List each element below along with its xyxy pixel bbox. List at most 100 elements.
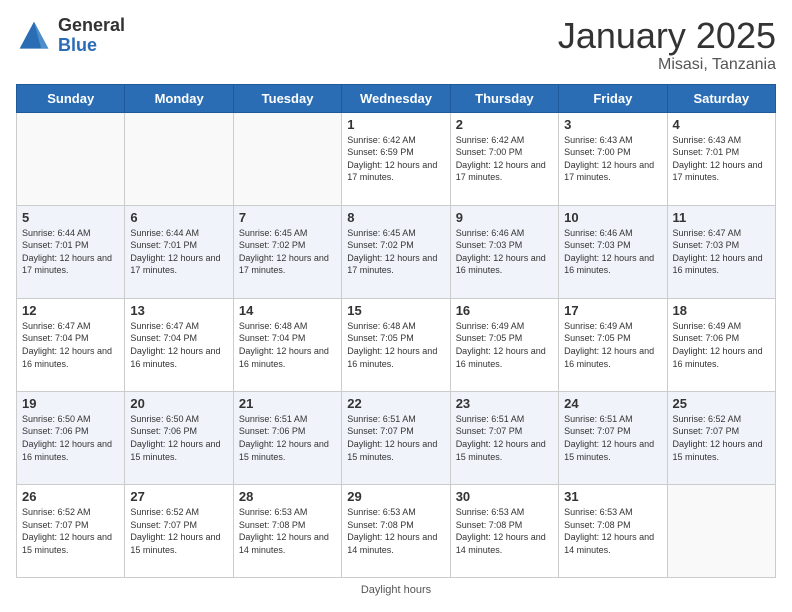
calendar-cell: 17 Sunrise: 6:49 AM Sunset: 7:05 PM Dayli…: [559, 298, 667, 391]
month-title: January 2025: [558, 16, 776, 56]
calendar-cell: 21 Sunrise: 6:51 AM Sunset: 7:06 PM Dayli…: [233, 391, 341, 484]
footer-note: Daylight hours: [16, 584, 776, 596]
day-info: Sunrise: 6:43 AM Sunset: 7:00 PM Dayligh…: [564, 134, 661, 184]
calendar-cell: 1 Sunrise: 6:42 AM Sunset: 6:59 PM Daylig…: [342, 112, 450, 205]
calendar-header-monday: Monday: [125, 84, 233, 112]
day-info: Sunrise: 6:47 AM Sunset: 7:04 PM Dayligh…: [22, 320, 119, 370]
day-info: Sunrise: 6:48 AM Sunset: 7:05 PM Dayligh…: [347, 320, 444, 370]
calendar-cell: 23Sunrise: 6:51 AM Sunset: 7:07 PM Dayli…: [450, 391, 558, 484]
day-info: Sunrise: 6:44 AM Sunset: 7:01 PM Dayligh…: [22, 227, 119, 277]
calendar-cell: 28 Sunrise: 6:53 AM Sunset: 7:08 PM Dayli…: [233, 484, 341, 577]
calendar-week-2: 5 Sunrise: 6:44 AM Sunset: 7:01 PM Daylig…: [17, 205, 776, 298]
calendar-cell: 20 Sunrise: 6:50 AM Sunset: 7:06 PM Dayli…: [125, 391, 233, 484]
day-number: 25: [673, 396, 770, 411]
calendar-cell: 9 Sunrise: 6:46 AM Sunset: 7:03 PM Daylig…: [450, 205, 558, 298]
day-info: Sunrise: 6:48 AM Sunset: 7:04 PM Dayligh…: [239, 320, 336, 370]
day-info: Sunrise: 6:50 AM Sunset: 7:06 PM Dayligh…: [22, 413, 119, 463]
calendar-cell: 24Sunrise: 6:51 AM Sunset: 7:07 PM Dayli…: [559, 391, 667, 484]
day-number: 4: [673, 117, 770, 132]
day-info: Sunrise: 6:42 AM Sunset: 7:00 PM Dayligh…: [456, 134, 553, 184]
day-info: Sunrise: 6:45 AM Sunset: 7:02 PM Dayligh…: [239, 227, 336, 277]
day-info: Sunrise: 6:53 AM Sunset: 7:08 PM Dayligh…: [456, 506, 553, 556]
day-number: 14: [239, 303, 336, 318]
day-info: Sunrise: 6:51 AM Sunset: 7:07 PM Dayligh…: [347, 413, 444, 463]
calendar-cell: 2 Sunrise: 6:42 AM Sunset: 7:00 PM Daylig…: [450, 112, 558, 205]
day-info: Sunrise: 6:46 AM Sunset: 7:03 PM Dayligh…: [456, 227, 553, 277]
day-info: Sunrise: 6:52 AM Sunset: 7:07 PM Dayligh…: [130, 506, 227, 556]
title-area: January 2025 Misasi, Tanzania: [558, 16, 776, 74]
day-info: Sunrise: 6:52 AM Sunset: 7:07 PM Dayligh…: [673, 413, 770, 463]
calendar-cell: 27 Sunrise: 6:52 AM Sunset: 7:07 PM Dayli…: [125, 484, 233, 577]
calendar-cell: 18Sunrise: 6:49 AM Sunset: 7:06 PM Dayli…: [667, 298, 775, 391]
day-number: 22: [347, 396, 444, 411]
calendar-header-row: SundayMondayTuesdayWednesdayThursdayFrid…: [17, 84, 776, 112]
logo-icon: [16, 18, 52, 54]
day-number: 19: [22, 396, 119, 411]
calendar-cell: 12 Sunrise: 6:47 AM Sunset: 7:04 PM Dayli…: [17, 298, 125, 391]
day-number: 1: [347, 117, 444, 132]
day-number: 12: [22, 303, 119, 318]
day-number: 26: [22, 489, 119, 504]
day-number: 29: [347, 489, 444, 504]
calendar-cell: 19 Sunrise: 6:50 AM Sunset: 7:06 PM Dayli…: [17, 391, 125, 484]
calendar-cell: 3 Sunrise: 6:43 AM Sunset: 7:00 PM Daylig…: [559, 112, 667, 205]
calendar-cell: 11Sunrise: 6:47 AM Sunset: 7:03 PM Dayli…: [667, 205, 775, 298]
calendar-cell: [125, 112, 233, 205]
day-number: 31: [564, 489, 661, 504]
calendar-cell: 16 Sunrise: 6:49 AM Sunset: 7:05 PM Dayli…: [450, 298, 558, 391]
logo: General Blue: [16, 16, 125, 56]
calendar-week-3: 12 Sunrise: 6:47 AM Sunset: 7:04 PM Dayli…: [17, 298, 776, 391]
day-number: 2: [456, 117, 553, 132]
day-number: 27: [130, 489, 227, 504]
calendar-cell: 22 Sunrise: 6:51 AM Sunset: 7:07 PM Dayli…: [342, 391, 450, 484]
day-number: 10: [564, 210, 661, 225]
calendar-cell: 15 Sunrise: 6:48 AM Sunset: 7:05 PM Dayli…: [342, 298, 450, 391]
calendar-cell: 29 Sunrise: 6:53 AM Sunset: 7:08 PM Dayli…: [342, 484, 450, 577]
calendar-header-wednesday: Wednesday: [342, 84, 450, 112]
day-number: 28: [239, 489, 336, 504]
day-info: Sunrise: 6:49 AM Sunset: 7:06 PM Dayligh…: [673, 320, 770, 370]
day-info: Sunrise: 6:53 AM Sunset: 7:08 PM Dayligh…: [347, 506, 444, 556]
calendar-cell: 26Sunrise: 6:52 AM Sunset: 7:07 PM Dayli…: [17, 484, 125, 577]
day-info: Sunrise: 6:51 AM Sunset: 7:07 PM Dayligh…: [564, 413, 661, 463]
day-info: Sunrise: 6:49 AM Sunset: 7:05 PM Dayligh…: [456, 320, 553, 370]
day-number: 7: [239, 210, 336, 225]
calendar-header-saturday: Saturday: [667, 84, 775, 112]
day-info: Sunrise: 6:47 AM Sunset: 7:04 PM Dayligh…: [130, 320, 227, 370]
day-number: 9: [456, 210, 553, 225]
calendar-week-5: 26 Sunrise: 6:52 AM Sunset: 7:07 PM Dayli…: [17, 484, 776, 577]
calendar-cell: [233, 112, 341, 205]
day-number: 5: [22, 210, 119, 225]
calendar-cell: 10Sunrise: 6:46 AM Sunset: 7:03 PM Dayli…: [559, 205, 667, 298]
calendar-header-sunday: Sunday: [17, 84, 125, 112]
day-number: 3: [564, 117, 661, 132]
day-info: Sunrise: 6:51 AM Sunset: 7:06 PM Dayligh…: [239, 413, 336, 463]
day-number: 21: [239, 396, 336, 411]
location: Misasi, Tanzania: [558, 56, 776, 74]
header: General Blue January 2025 Misasi, Tanzan…: [16, 16, 776, 74]
day-info: Sunrise: 6:51 AM Sunset: 7:07 PM Dayligh…: [456, 413, 553, 463]
day-number: 6: [130, 210, 227, 225]
day-number: 16: [456, 303, 553, 318]
calendar-cell: [17, 112, 125, 205]
day-info: Sunrise: 6:49 AM Sunset: 7:05 PM Dayligh…: [564, 320, 661, 370]
day-info: Sunrise: 6:47 AM Sunset: 7:03 PM Dayligh…: [673, 227, 770, 277]
calendar-cell: 25 Sunrise: 6:52 AM Sunset: 7:07 PM Dayli…: [667, 391, 775, 484]
day-info: Sunrise: 6:42 AM Sunset: 6:59 PM Dayligh…: [347, 134, 444, 184]
calendar-week-1: 1 Sunrise: 6:42 AM Sunset: 6:59 PM Daylig…: [17, 112, 776, 205]
day-number: 17: [564, 303, 661, 318]
day-info: Sunrise: 6:53 AM Sunset: 7:08 PM Dayligh…: [564, 506, 661, 556]
day-info: Sunrise: 6:45 AM Sunset: 7:02 PM Dayligh…: [347, 227, 444, 277]
calendar-cell: 8 Sunrise: 6:45 AM Sunset: 7:02 PM Daylig…: [342, 205, 450, 298]
day-number: 20: [130, 396, 227, 411]
logo-text: General Blue: [58, 16, 125, 56]
day-number: 15: [347, 303, 444, 318]
logo-blue-text: Blue: [58, 36, 125, 56]
day-number: 8: [347, 210, 444, 225]
day-info: Sunrise: 6:50 AM Sunset: 7:06 PM Dayligh…: [130, 413, 227, 463]
calendar-header-friday: Friday: [559, 84, 667, 112]
calendar-cell: 14 Sunrise: 6:48 AM Sunset: 7:04 PM Dayli…: [233, 298, 341, 391]
page: General Blue January 2025 Misasi, Tanzan…: [0, 0, 792, 612]
calendar-cell: 13Sunrise: 6:47 AM Sunset: 7:04 PM Dayli…: [125, 298, 233, 391]
day-info: Sunrise: 6:53 AM Sunset: 7:08 PM Dayligh…: [239, 506, 336, 556]
